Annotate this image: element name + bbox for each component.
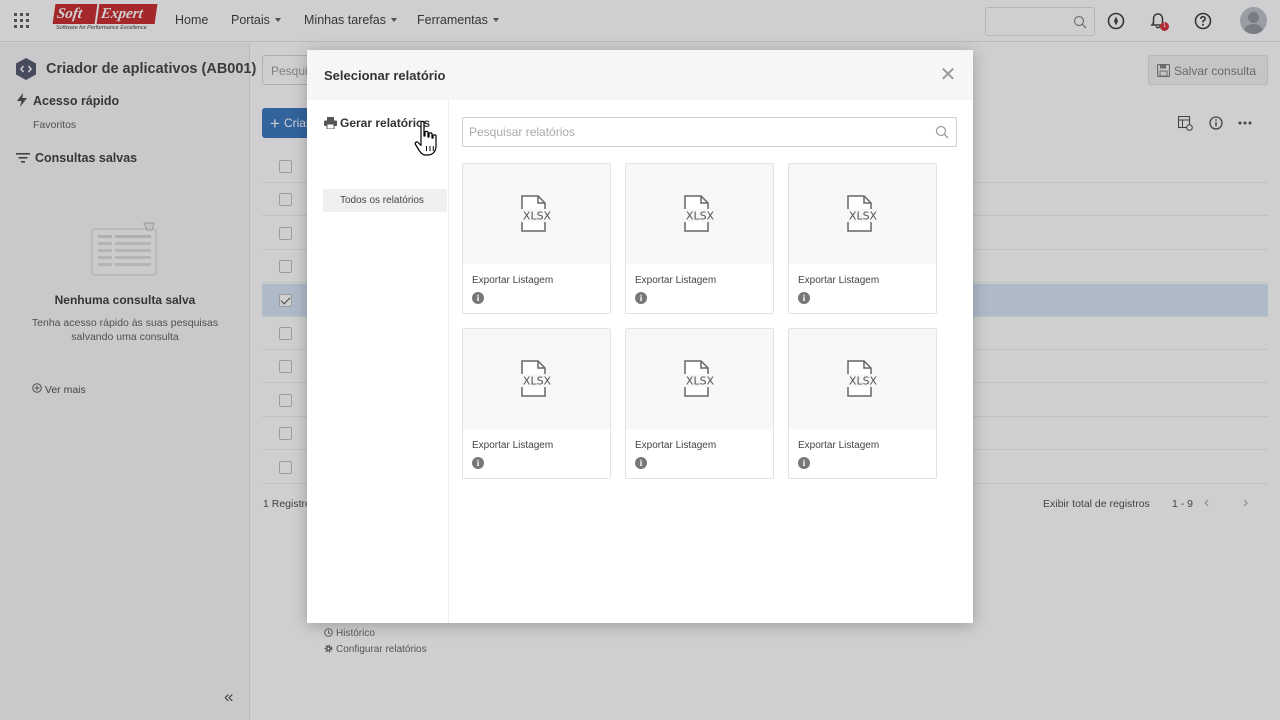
report-thumbnail: XLSX: [789, 164, 936, 264]
info-icon[interactable]: i: [472, 457, 484, 469]
svg-text:XLSX: XLSX: [686, 210, 715, 223]
report-categories-panel: Gerar relatórios Todos os relatórios His…: [307, 100, 449, 655]
info-icon[interactable]: i: [472, 292, 484, 304]
report-card[interactable]: XLSX Exportar Listagem i: [788, 328, 937, 479]
xlsx-file-icon: XLSX: [519, 360, 555, 397]
svg-text:XLSX: XLSX: [686, 375, 715, 388]
report-thumbnail: XLSX: [463, 164, 610, 264]
xlsx-file-icon: XLSX: [845, 360, 881, 397]
svg-text:XLSX: XLSX: [849, 375, 878, 388]
xlsx-file-icon: XLSX: [682, 360, 718, 397]
dialog-header: Selecionar relatório ✕: [307, 50, 973, 100]
report-card-label: Exportar Listagem: [635, 275, 717, 286]
configure-reports-label: Configurar relatórios: [336, 644, 427, 655]
history-icon: [324, 628, 333, 637]
info-icon[interactable]: i: [635, 292, 647, 304]
info-icon[interactable]: i: [798, 292, 810, 304]
hand-cursor-icon: [414, 120, 437, 156]
history-link[interactable]: Histórico: [324, 628, 375, 639]
report-card[interactable]: XLSX Exportar Listagem i: [788, 163, 937, 314]
configure-reports-link[interactable]: Configurar relatórios: [324, 644, 427, 655]
xlsx-file-icon: XLSX: [845, 195, 881, 232]
info-icon[interactable]: i: [635, 457, 647, 469]
search-icon: [935, 125, 949, 139]
report-search-field[interactable]: [462, 117, 957, 147]
printer-icon: [324, 117, 337, 130]
svg-text:XLSX: XLSX: [523, 375, 552, 388]
report-thumbnail: XLSX: [789, 329, 936, 429]
xlsx-file-icon: XLSX: [682, 195, 718, 232]
report-card[interactable]: XLSX Exportar Listagem i: [625, 328, 774, 479]
history-label: Histórico: [336, 628, 375, 639]
select-report-dialog: Selecionar relatório ✕ Gerar relatórios …: [307, 50, 973, 655]
report-thumbnail: XLSX: [463, 329, 610, 429]
close-icon[interactable]: ✕: [939, 65, 957, 85]
report-thumbnail: XLSX: [626, 164, 773, 264]
svg-text:XLSX: XLSX: [523, 210, 552, 223]
info-icon[interactable]: i: [798, 457, 810, 469]
report-thumbnail: XLSX: [626, 329, 773, 429]
report-card[interactable]: XLSX Exportar Listagem i: [462, 163, 611, 314]
report-card-label: Exportar Listagem: [472, 275, 554, 286]
report-card[interactable]: XLSX Exportar Listagem i: [625, 163, 774, 314]
report-card-label: Exportar Listagem: [472, 440, 554, 451]
report-card-label: Exportar Listagem: [798, 440, 880, 451]
dialog-title: Selecionar relatório: [324, 68, 446, 83]
xlsx-file-icon: XLSX: [519, 195, 555, 232]
report-card[interactable]: XLSX Exportar Listagem i: [462, 328, 611, 479]
gear-icon: [324, 644, 333, 653]
report-card-label: Exportar Listagem: [798, 275, 880, 286]
report-card-label: Exportar Listagem: [635, 440, 717, 451]
svg-text:XLSX: XLSX: [849, 210, 878, 223]
all-reports-item[interactable]: Todos os relatórios: [323, 189, 447, 212]
report-search-input[interactable]: [469, 124, 929, 140]
